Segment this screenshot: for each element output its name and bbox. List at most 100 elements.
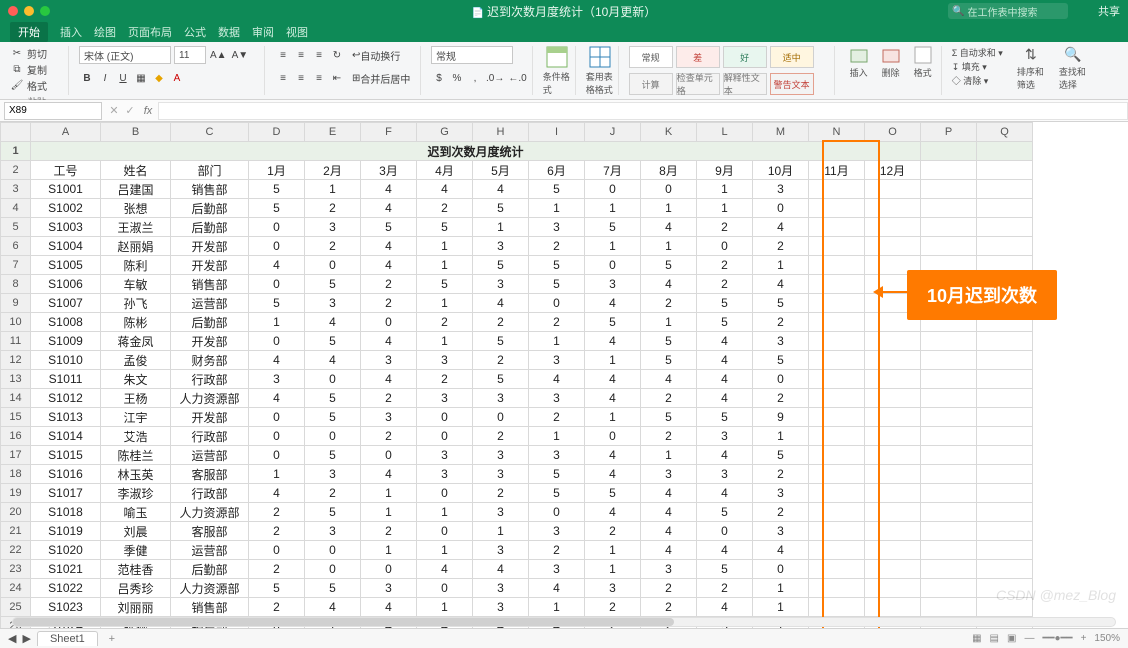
data-cell[interactable]: 2 [585,598,641,617]
row-header[interactable]: 1 [1,142,31,161]
data-cell[interactable]: 2 [753,465,809,484]
data-cell[interactable]: 0 [417,408,473,427]
data-cell[interactable]: 3 [529,389,585,408]
row-header[interactable]: 7 [1,256,31,275]
share-button[interactable]: 共享 [1098,3,1120,19]
data-cell[interactable]: 2 [697,256,753,275]
header-cell[interactable]: 4月 [417,161,473,180]
data-cell[interactable]: 5 [249,180,305,199]
data-cell[interactable]: 2 [473,427,529,446]
data-cell[interactable]: 4 [585,370,641,389]
border-button[interactable]: ▦ [133,70,149,88]
data-cell[interactable]: 3 [641,465,697,484]
data-cell[interactable] [809,598,865,617]
header-cell[interactable]: 9月 [697,161,753,180]
data-cell[interactable]: S1002 [31,199,101,218]
data-cell[interactable]: 范桂香 [101,560,171,579]
percent-button[interactable]: % [449,70,465,88]
data-cell[interactable]: 4 [417,560,473,579]
data-cell[interactable]: 销售部 [171,275,249,294]
tab-insert[interactable]: 插入 [60,24,82,40]
data-cell[interactable]: 2 [249,560,305,579]
align-left-button[interactable]: ≡ [275,70,291,88]
col-header-K[interactable]: K [641,123,697,142]
data-cell[interactable]: 4 [361,256,417,275]
data-cell[interactable]: 1 [585,408,641,427]
data-cell[interactable]: 人力资源部 [171,579,249,598]
data-cell[interactable]: 行政部 [171,427,249,446]
data-cell[interactable] [865,427,921,446]
data-cell[interactable]: 1 [417,237,473,256]
data-cell[interactable]: 0 [305,256,361,275]
data-cell[interactable]: S1005 [31,256,101,275]
data-cell[interactable]: 3 [305,522,361,541]
data-cell[interactable]: 5 [305,446,361,465]
data-cell[interactable]: 5 [473,332,529,351]
col-header-[interactable] [1,123,31,142]
data-cell[interactable]: 后勤部 [171,218,249,237]
data-cell[interactable]: 4 [249,351,305,370]
data-cell[interactable]: 1 [529,199,585,218]
data-cell[interactable]: 5 [529,256,585,275]
row-header[interactable]: 22 [1,541,31,560]
data-cell[interactable]: 4 [697,370,753,389]
data-cell[interactable]: 孙飞 [101,294,171,313]
header-cell[interactable]: 工号 [31,161,101,180]
data-cell[interactable]: 5 [305,275,361,294]
find-select-button[interactable]: 🔍查找和选择 [1059,46,1087,91]
row-header[interactable]: 3 [1,180,31,199]
data-cell[interactable]: S1014 [31,427,101,446]
col-header-B[interactable]: B [101,123,171,142]
data-cell[interactable]: 开发部 [171,237,249,256]
data-cell[interactable]: 朱文 [101,370,171,389]
data-cell[interactable]: 2 [361,522,417,541]
data-cell[interactable]: 2 [361,389,417,408]
data-cell[interactable]: 4 [473,294,529,313]
row-header[interactable]: 25 [1,598,31,617]
data-cell[interactable]: S1019 [31,522,101,541]
data-cell[interactable]: 5 [305,389,361,408]
col-header-I[interactable]: I [529,123,585,142]
data-cell[interactable]: 5 [585,218,641,237]
format-cells-button[interactable]: 格式 [909,46,937,79]
header-cell[interactable]: 12月 [865,161,921,180]
data-cell[interactable]: 2 [417,199,473,218]
col-header-E[interactable]: E [305,123,361,142]
header-cell[interactable]: 3月 [361,161,417,180]
data-cell[interactable]: 4 [361,598,417,617]
data-cell[interactable]: 2 [753,389,809,408]
tab-home[interactable]: 开始 [10,22,48,42]
data-cell[interactable]: 0 [753,560,809,579]
data-cell[interactable]: 4 [641,218,697,237]
data-cell[interactable]: 1 [529,332,585,351]
clear-button[interactable]: ◇ 清除 ▾ [952,74,1003,87]
data-cell[interactable]: 3 [529,560,585,579]
data-cell[interactable]: 4 [529,370,585,389]
data-cell[interactable]: 4 [585,465,641,484]
data-cell[interactable]: 1 [417,541,473,560]
data-cell[interactable]: 5 [641,332,697,351]
data-cell[interactable] [809,294,865,313]
data-cell[interactable]: 0 [361,446,417,465]
style-chip-calc[interactable]: 计算 [629,73,673,95]
data-cell[interactable] [809,237,865,256]
data-cell[interactable]: 4 [697,598,753,617]
data-cell[interactable]: 1 [641,313,697,332]
data-cell[interactable] [809,408,865,427]
data-cell[interactable]: 4 [305,351,361,370]
row-header[interactable]: 20 [1,503,31,522]
data-cell[interactable]: 1 [753,579,809,598]
data-cell[interactable]: S1023 [31,598,101,617]
align-center-button[interactable]: ≡ [293,70,309,88]
data-cell[interactable]: 0 [417,484,473,503]
data-cell[interactable]: S1007 [31,294,101,313]
row-header[interactable]: 15 [1,408,31,427]
data-cell[interactable]: S1015 [31,446,101,465]
formula-input[interactable] [158,102,1128,120]
data-cell[interactable]: 3 [473,503,529,522]
data-cell[interactable]: 1 [529,427,585,446]
data-cell[interactable]: 1 [697,199,753,218]
data-cell[interactable]: 1 [529,598,585,617]
header-cell[interactable]: 姓名 [101,161,171,180]
data-cell[interactable]: 4 [361,370,417,389]
